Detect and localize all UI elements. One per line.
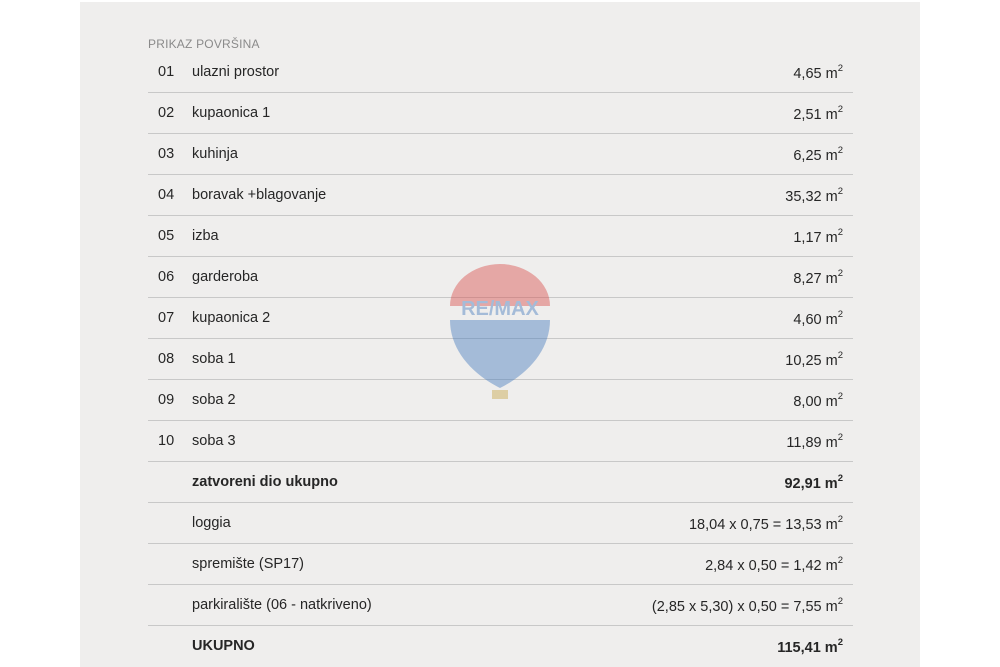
table-row: 04 boravak +blagovanje 35,32 m2 bbox=[148, 175, 853, 216]
area-value: 4,60 m2 bbox=[793, 309, 843, 328]
room-name: soba 1 bbox=[192, 351, 236, 367]
section-caption: PRIKAZ POVRŠINA bbox=[148, 37, 260, 51]
subtotal-label: zatvoreni dio ukupno bbox=[192, 474, 338, 490]
room-name: kuhinja bbox=[192, 146, 238, 162]
area-value: 18,04 x 0,75 = 13,53 m2 bbox=[688, 514, 843, 533]
table-row: 01 ulazni prostor 4,65 m2 bbox=[148, 52, 853, 93]
room-name: ulazni prostor bbox=[192, 64, 280, 80]
room-name: spremište (SP17) bbox=[192, 556, 305, 572]
area-value: 6,25 m2 bbox=[793, 145, 843, 164]
table-row: 03 kuhinja 6,25 m2 bbox=[148, 134, 853, 175]
row-number: 10 bbox=[158, 433, 175, 449]
balloon-basket bbox=[492, 390, 508, 399]
table-row: parkiralište (06 - natkriveno) (2,85 x 5… bbox=[148, 585, 853, 626]
room-name: boravak +blagovanje bbox=[192, 187, 327, 203]
room-name: soba 3 bbox=[192, 433, 236, 449]
row-number: 03 bbox=[158, 146, 175, 162]
row-number: 05 bbox=[158, 228, 175, 244]
table-row: 10 soba 3 11,89 m2 bbox=[148, 421, 853, 462]
row-number: 04 bbox=[158, 187, 175, 203]
table-row: loggia 18,04 x 0,75 = 13,53 m2 bbox=[148, 503, 853, 544]
room-name: izba bbox=[192, 228, 219, 244]
room-name: parkiralište (06 - natkriveno) bbox=[192, 597, 372, 613]
area-value: 8,00 m2 bbox=[793, 391, 843, 410]
watermark-brand-text: RE/MAX bbox=[461, 298, 539, 320]
table-row: 02 kupaonica 1 2,51 m2 bbox=[148, 93, 853, 134]
room-name: loggia bbox=[192, 515, 231, 531]
total-value: 115,41 m2 bbox=[777, 637, 843, 656]
row-number: 01 bbox=[158, 64, 175, 80]
area-value: 35,32 m2 bbox=[785, 186, 843, 205]
row-number: 08 bbox=[158, 351, 175, 367]
area-value: 1,17 m2 bbox=[793, 227, 843, 246]
subtotal-row: zatvoreni dio ukupno 92,91 m2 bbox=[148, 462, 853, 503]
subtotal-value: 92,91 m2 bbox=[784, 473, 843, 492]
table-row: spremište (SP17) 2,84 x 0,50 = 1,42 m2 bbox=[148, 544, 853, 585]
row-number: 06 bbox=[158, 269, 175, 285]
room-name: kupaonica 2 bbox=[192, 310, 271, 326]
area-value: 2,51 m2 bbox=[793, 104, 843, 123]
area-value: 4,65 m2 bbox=[793, 63, 843, 82]
room-name: garderoba bbox=[192, 269, 259, 285]
balloon-bottom-blue bbox=[450, 320, 550, 388]
remax-balloon-watermark: RE/MAX bbox=[450, 264, 550, 399]
area-value: 10,25 m2 bbox=[785, 350, 843, 369]
row-number: 07 bbox=[158, 310, 175, 326]
row-number: 09 bbox=[158, 392, 175, 408]
total-label: UKUPNO bbox=[192, 638, 255, 654]
row-number: 02 bbox=[158, 105, 175, 121]
total-row: UKUPNO 115,41 m2 bbox=[148, 626, 853, 666]
area-value: 2,84 x 0,50 = 1,42 m2 bbox=[705, 555, 843, 574]
area-value: (2,85 x 5,30) x 0,50 = 7,55 m2 bbox=[651, 596, 843, 615]
room-name: soba 2 bbox=[192, 392, 236, 408]
area-value: 11,89 m2 bbox=[786, 432, 843, 451]
room-name: kupaonica 1 bbox=[192, 105, 271, 121]
table-row: 05 izba 1,17 m2 bbox=[148, 216, 853, 257]
area-value: 8,27 m2 bbox=[793, 268, 843, 287]
